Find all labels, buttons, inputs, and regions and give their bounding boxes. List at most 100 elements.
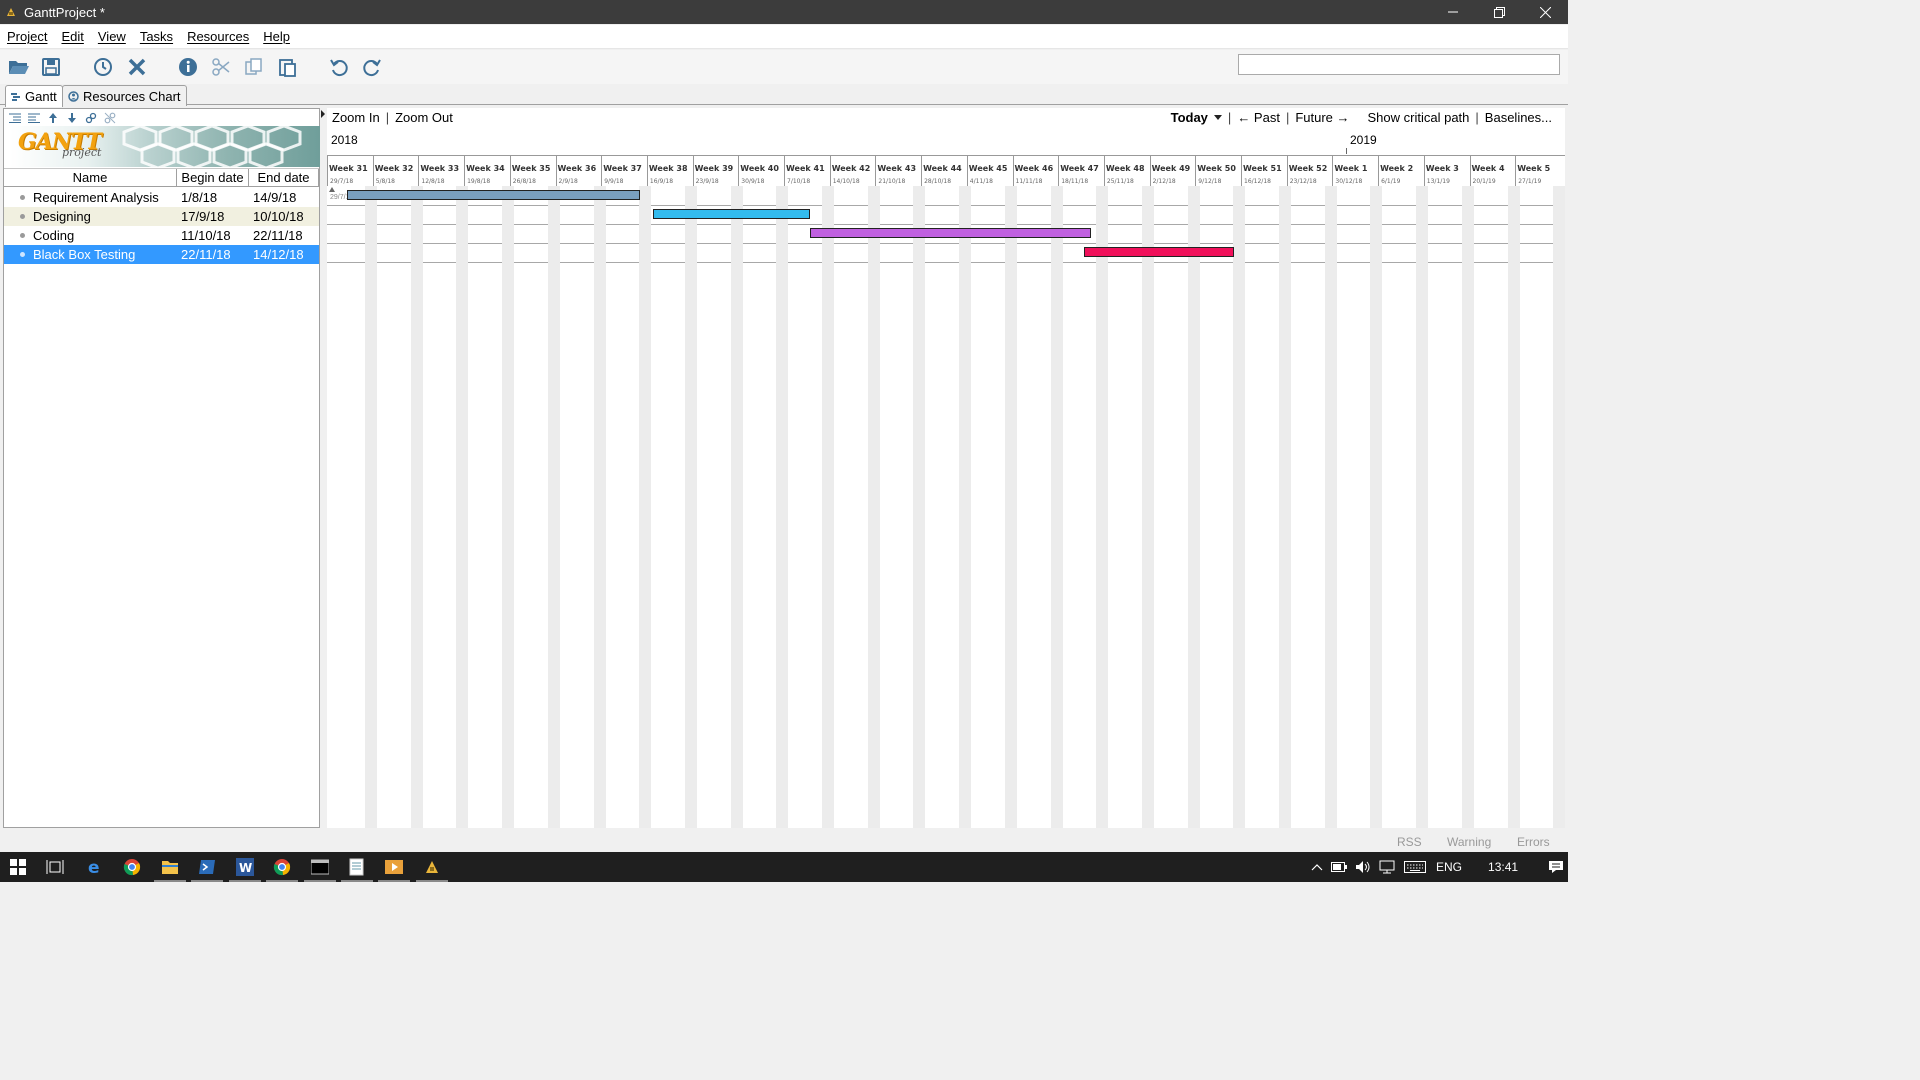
chrome-icon[interactable] — [266, 857, 298, 882]
today-dropdown[interactable]: Today — [1171, 110, 1222, 125]
weekend-stripe — [1004, 186, 1017, 828]
terminal-icon[interactable] — [304, 857, 336, 882]
window-title: GanttProject * — [24, 4, 105, 20]
file-explorer-icon[interactable] — [154, 857, 186, 882]
week-date-label: 7/10/18 — [787, 178, 811, 185]
task-row[interactable]: Designing 17/9/18 10/10/18 — [4, 207, 319, 226]
tab-resources-chart[interactable]: Resources Chart — [62, 85, 187, 106]
edge-icon[interactable]: e — [85, 857, 105, 877]
history-icon[interactable] — [90, 54, 116, 80]
task-begin-date: 11/10/18 — [181, 228, 231, 243]
week-column-header: Week 51 16/12/18 — [1241, 156, 1287, 186]
baselines-link[interactable]: Baselines... — [1485, 110, 1552, 125]
view-tabs: Gantt Resources Chart — [0, 85, 1568, 107]
week-date-label: 23/9/18 — [695, 178, 719, 185]
ganttproject-icon[interactable] — [416, 857, 448, 882]
menu-view[interactable]: View — [91, 29, 133, 44]
volume-icon[interactable] — [1352, 860, 1374, 874]
weekend-stripe — [1096, 186, 1109, 828]
delete-icon[interactable] — [124, 54, 150, 80]
week-column-header: Week 49 2/12/18 — [1149, 156, 1196, 186]
year-boundary-tick — [1346, 148, 1347, 154]
tab-gantt[interactable]: Gantt — [5, 85, 63, 107]
cut-icon[interactable] — [208, 54, 234, 80]
properties-icon[interactable] — [175, 54, 201, 80]
keyboard-icon[interactable] — [1400, 861, 1430, 873]
gantt-task-bar[interactable] — [1084, 247, 1235, 257]
search-input[interactable] — [1238, 54, 1560, 75]
link-icon[interactable] — [84, 111, 98, 125]
gantt-task-bar[interactable] — [653, 209, 811, 219]
save-icon[interactable] — [38, 54, 64, 80]
week-column-header: Week 38 16/9/18 — [646, 156, 693, 186]
gantt-task-bar[interactable] — [810, 228, 1091, 238]
task-table-header: Name Begin date End date — [4, 168, 319, 187]
task-name: Black Box Testing — [33, 247, 136, 262]
zoom-in-link[interactable]: Zoom In — [332, 110, 380, 125]
notepad-icon[interactable] — [341, 857, 373, 882]
open-folder-icon[interactable] — [6, 54, 32, 80]
move-down-icon[interactable] — [65, 111, 79, 125]
unindent-icon[interactable] — [8, 111, 22, 125]
task-row-selected[interactable]: Black Box Testing 22/11/18 14/12/18 — [4, 245, 319, 264]
media-player-icon[interactable] — [378, 857, 410, 882]
minimize-icon[interactable] — [1430, 0, 1476, 24]
menu-edit[interactable]: Edit — [54, 29, 90, 44]
weekend-stripe — [1050, 186, 1063, 828]
week-label: Week 41 — [786, 164, 825, 173]
indent-icon[interactable] — [27, 111, 41, 125]
gantt-icon — [11, 92, 21, 102]
rss-status[interactable]: RSS — [1397, 835, 1422, 849]
menu-project[interactable]: Project — [0, 29, 54, 44]
zoom-out-link[interactable]: Zoom Out — [395, 110, 453, 125]
chevron-up-icon[interactable] — [1308, 863, 1326, 871]
week-date-label: 16/9/18 — [649, 178, 674, 185]
battery-icon[interactable] — [1326, 862, 1352, 872]
task-row[interactable]: Coding 11/10/18 22/11/18 — [4, 226, 319, 245]
menu-tasks[interactable]: Tasks — [133, 29, 180, 44]
notifications-icon[interactable] — [1548, 860, 1564, 874]
week-column-header: Week 48 25/11/18 — [1103, 156, 1150, 186]
column-header-begin-date[interactable]: Begin date — [177, 169, 249, 186]
warning-status[interactable]: Warning — [1447, 835, 1491, 849]
task-view-icon[interactable] — [45, 857, 65, 877]
task-row[interactable]: Requirement Analysis 1/8/18 14/9/18 — [4, 188, 319, 207]
gantt-task-bar[interactable] — [346, 190, 641, 200]
close-icon[interactable] — [1522, 0, 1568, 24]
redo-icon[interactable] — [359, 54, 385, 80]
week-label: Week 52 — [1288, 164, 1328, 173]
week-column-header: Week 33 12/8/18 — [418, 156, 464, 186]
weekend-stripe — [1141, 186, 1154, 828]
panel-splitter[interactable] — [320, 108, 327, 828]
start-icon[interactable] — [8, 857, 28, 877]
week-date-label: 18/11/18 — [1061, 178, 1089, 185]
show-critical-path-link[interactable]: Show critical path — [1368, 110, 1470, 125]
week-label: Week 38 — [648, 164, 688, 173]
undo-icon[interactable] — [326, 54, 352, 80]
menu-resources[interactable]: Resources — [180, 29, 256, 44]
week-label: Week 5 — [1517, 164, 1551, 173]
chrome-icon[interactable] — [122, 857, 142, 877]
move-up-icon[interactable] — [46, 111, 60, 125]
logo-subtext: project — [62, 146, 102, 159]
network-icon[interactable] — [1374, 860, 1400, 874]
paste-icon[interactable] — [274, 54, 300, 80]
copy-icon[interactable] — [241, 54, 267, 80]
errors-status[interactable]: Errors — [1517, 835, 1550, 849]
powershell-icon[interactable] — [191, 857, 223, 882]
unlink-icon[interactable] — [103, 111, 117, 125]
restore-icon[interactable] — [1476, 0, 1522, 24]
menu-help[interactable]: Help — [256, 29, 297, 44]
column-header-name[interactable]: Name — [4, 169, 177, 186]
word-icon[interactable]: W — [229, 857, 261, 882]
menu-bar: Project Edit View Tasks Resources Help — [0, 25, 1568, 49]
task-bullet-icon — [20, 252, 25, 257]
language-indicator[interactable]: ENG — [1436, 860, 1462, 874]
past-link[interactable]: ← Past — [1237, 110, 1280, 125]
gantt-chart[interactable]: Zoom In | Zoom Out Today | ← Past | Futu… — [327, 108, 1565, 828]
week-column-header: Week 2 6/1/19 — [1378, 156, 1424, 186]
clock[interactable]: 13:41 — [1488, 860, 1518, 874]
svg-text:W: W — [239, 861, 252, 875]
column-header-end-date[interactable]: End date — [249, 169, 319, 186]
future-link[interactable]: Future → — [1295, 110, 1349, 125]
